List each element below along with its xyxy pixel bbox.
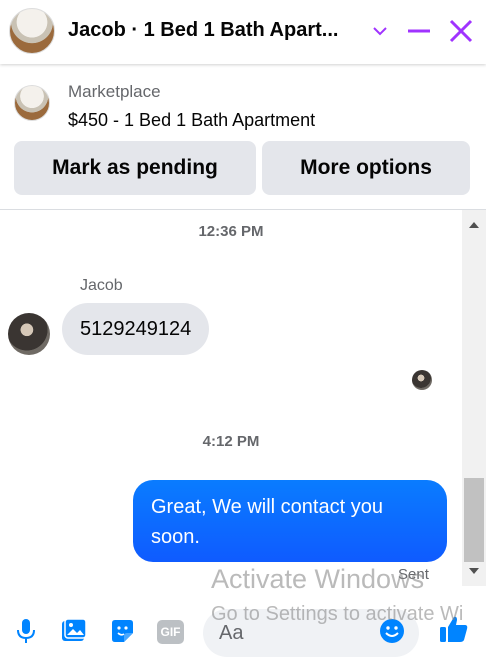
photo-icon[interactable] xyxy=(58,615,90,647)
mark-as-pending-button[interactable]: Mark as pending xyxy=(14,141,256,195)
message-composer: GIF Aa xyxy=(0,587,486,664)
chevron-down-icon[interactable] xyxy=(366,16,394,46)
incoming-message[interactable]: 5129249124 xyxy=(62,303,210,355)
timestamp: 4:12 PM xyxy=(202,433,260,450)
marketplace-listing[interactable]: Marketplace $450 - 1 Bed 1 Bath Apartmen… xyxy=(0,72,486,140)
read-receipt-avatar xyxy=(412,370,432,390)
chat-title[interactable]: Jacob · 1 Bed 1 Bath Apart... xyxy=(68,19,358,42)
chat-header: Jacob · 1 Bed 1 Bath Apart... xyxy=(0,0,486,64)
more-options-button[interactable]: More options xyxy=(262,141,470,195)
minimize-icon[interactable] xyxy=(405,16,433,46)
scroll-down-arrow-icon[interactable] xyxy=(462,560,486,582)
listing-title[interactable]: $450 - 1 Bed 1 Bath Apartment xyxy=(68,110,315,131)
close-icon[interactable] xyxy=(447,16,475,46)
emoji-icon[interactable] xyxy=(376,615,408,647)
outgoing-message[interactable]: Great, We will contact you soon. xyxy=(133,480,447,562)
timestamp: 12:36 PM xyxy=(198,223,264,240)
listing-thumbnail xyxy=(14,85,50,121)
microphone-icon[interactable] xyxy=(10,615,42,647)
message-status: Sent xyxy=(398,566,429,583)
message-input-placeholder: Aa xyxy=(219,622,244,644)
listing-avatar[interactable] xyxy=(9,8,55,54)
gif-icon[interactable]: GIF xyxy=(157,620,184,644)
sender-avatar[interactable] xyxy=(8,313,50,355)
scrollbar-thumb[interactable] xyxy=(464,478,484,562)
thumbs-up-icon[interactable] xyxy=(438,613,470,645)
message-thread[interactable]: 12:36 PM Jacob 5129249124 4:12 PM Great,… xyxy=(0,210,462,586)
scroll-up-arrow-icon[interactable] xyxy=(462,214,486,236)
marketplace-label: Marketplace xyxy=(68,82,161,101)
sticker-icon[interactable] xyxy=(106,615,138,647)
sender-name: Jacob xyxy=(80,277,123,294)
scrollbar[interactable] xyxy=(462,210,486,586)
